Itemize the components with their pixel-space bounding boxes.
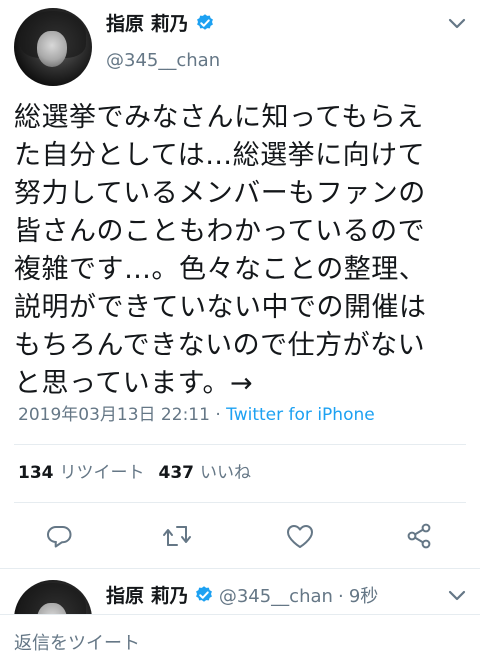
author-name-row[interactable]: 指原 莉乃 xyxy=(106,12,215,39)
retweet-icon xyxy=(163,526,191,546)
tweet-text: 総選挙でみなさんに知ってもらえ た自分としては…総選挙に向けて 努力しているメン… xyxy=(14,102,427,399)
like-label[interactable]: いいね xyxy=(200,463,251,483)
divider-actions xyxy=(0,568,480,569)
chevron-down-icon[interactable] xyxy=(448,18,466,30)
reply-composer-bar[interactable]: 返信をツイート xyxy=(0,614,480,669)
verified-badge-icon xyxy=(194,585,214,612)
author-handle[interactable]: @345__chan xyxy=(106,50,220,72)
reply-meta-separator: · xyxy=(338,586,344,607)
divider-counts xyxy=(14,502,466,503)
reply-chevron-down-icon[interactable] xyxy=(448,590,466,602)
retweet-count[interactable]: 134 xyxy=(18,463,54,483)
heart-icon xyxy=(287,525,313,548)
engagement-counts: 134 リツイート 437 いいね xyxy=(18,462,265,484)
share-button[interactable] xyxy=(405,522,433,550)
reply-author-handle[interactable]: @345__chan xyxy=(219,586,333,607)
like-count[interactable]: 437 xyxy=(159,463,195,483)
tweet-meta: 2019年03月13日 22:11 · Twitter for iPhone xyxy=(18,404,375,426)
reply-button[interactable] xyxy=(46,524,72,548)
tweet-timestamp[interactable]: 2019年03月13日 22:11 xyxy=(18,405,210,425)
reply-time-ago[interactable]: 9秒 xyxy=(349,586,378,607)
avatar-face xyxy=(37,31,68,68)
meta-separator: · xyxy=(215,405,221,425)
like-button[interactable] xyxy=(286,524,314,549)
reply-author-name[interactable]: 指原 莉乃 xyxy=(106,585,189,607)
reply-icon xyxy=(47,526,72,548)
verified-badge-icon xyxy=(195,13,215,39)
author-name[interactable]: 指原 莉乃 xyxy=(106,13,189,35)
share-icon xyxy=(407,523,431,549)
divider-meta xyxy=(14,444,466,445)
tweet-source[interactable]: Twitter for iPhone xyxy=(226,405,375,425)
reply-input-placeholder[interactable]: 返信をツイート xyxy=(14,633,140,655)
author-avatar[interactable] xyxy=(14,8,92,86)
retweet-label[interactable]: リツイート xyxy=(60,463,145,483)
retweet-button[interactable] xyxy=(162,525,192,547)
reply-tweet-header[interactable]: 指原 莉乃 @345__chan · 9秒 xyxy=(106,584,378,612)
